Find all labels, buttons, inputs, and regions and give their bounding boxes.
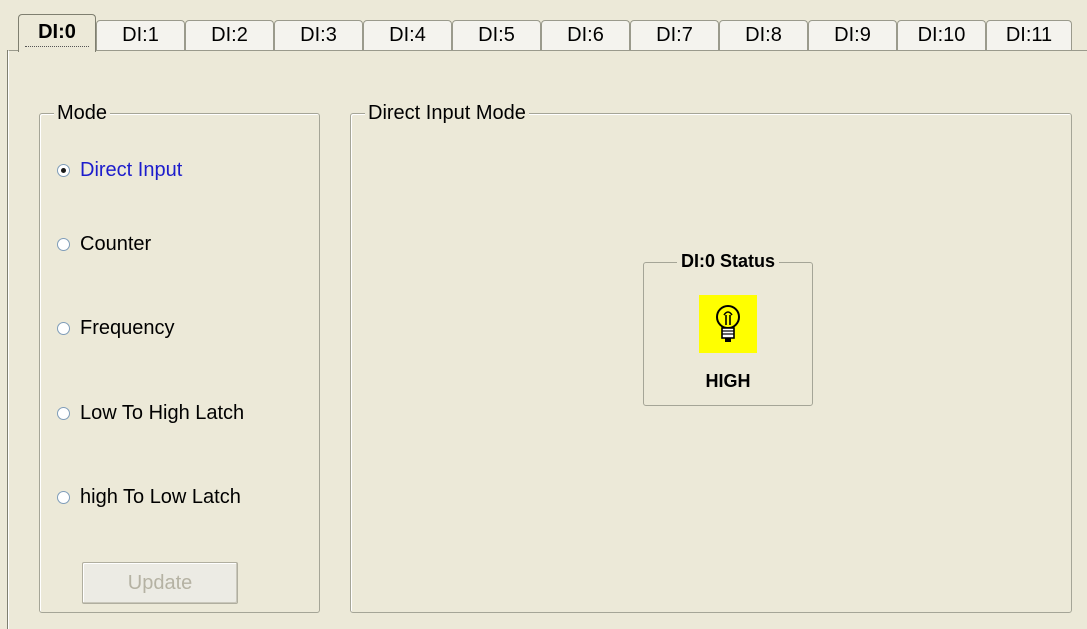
radio-high-to-low-latch[interactable]: high To Low Latch — [57, 486, 241, 509]
radio-label: Frequency — [80, 317, 175, 339]
radio-label: high To Low Latch — [80, 486, 241, 508]
tab-di-10[interactable]: DI:10 — [897, 20, 986, 50]
tab-di-11[interactable]: DI:11 — [986, 20, 1072, 50]
tab-panel: Mode Direct Input Counter Frequency Low … — [8, 50, 1087, 629]
lightbulb-icon — [699, 295, 757, 353]
radio-label: Counter — [80, 233, 152, 255]
tab-di-9[interactable]: DI:9 — [808, 20, 897, 50]
mode-group: Mode Direct Input Counter Frequency Low … — [39, 101, 320, 613]
tab-di-4[interactable]: DI:4 — [363, 20, 452, 50]
mode-group-title: Mode — [54, 101, 111, 125]
tab-strip: DI:0 DI:1 DI:2 DI:3 DI:4 DI:5 DI:6 DI:7 … — [18, 14, 1087, 52]
tab-di-1[interactable]: DI:1 — [96, 20, 185, 50]
radio-counter[interactable]: Counter — [57, 233, 151, 256]
radio-label: Low To High Latch — [80, 402, 245, 424]
direct-input-mode-group: Direct Input Mode DI:0 Status HIGH — [350, 101, 1072, 613]
tab-di-3[interactable]: DI:3 — [274, 20, 363, 50]
radio-low-to-high-latch[interactable]: Low To High Latch — [57, 402, 244, 425]
radio-frequency[interactable]: Frequency — [57, 317, 175, 340]
direct-input-mode-title: Direct Input Mode — [365, 101, 529, 125]
status-value: HIGH — [705, 371, 751, 391]
status-title: DI:0 Status — [676, 251, 780, 271]
radio-button[interactable] — [57, 322, 70, 335]
tab-di-2[interactable]: DI:2 — [185, 20, 274, 50]
tab-di-6[interactable]: DI:6 — [541, 20, 630, 50]
radio-button[interactable] — [57, 407, 70, 420]
tab-di-7[interactable]: DI:7 — [630, 20, 719, 50]
radio-button-checked[interactable] — [57, 164, 70, 177]
radio-label: Direct Input — [80, 159, 183, 181]
tab-di-8[interactable]: DI:8 — [719, 20, 808, 50]
tab-di-0[interactable]: DI:0 — [18, 14, 96, 52]
status-group: DI:0 Status HIGH — [643, 251, 813, 406]
radio-button[interactable] — [57, 238, 70, 251]
update-button[interactable]: Update — [82, 562, 238, 604]
tab-di-5[interactable]: DI:5 — [452, 20, 541, 50]
radio-direct-input[interactable]: Direct Input — [57, 159, 182, 182]
radio-button[interactable] — [57, 491, 70, 504]
